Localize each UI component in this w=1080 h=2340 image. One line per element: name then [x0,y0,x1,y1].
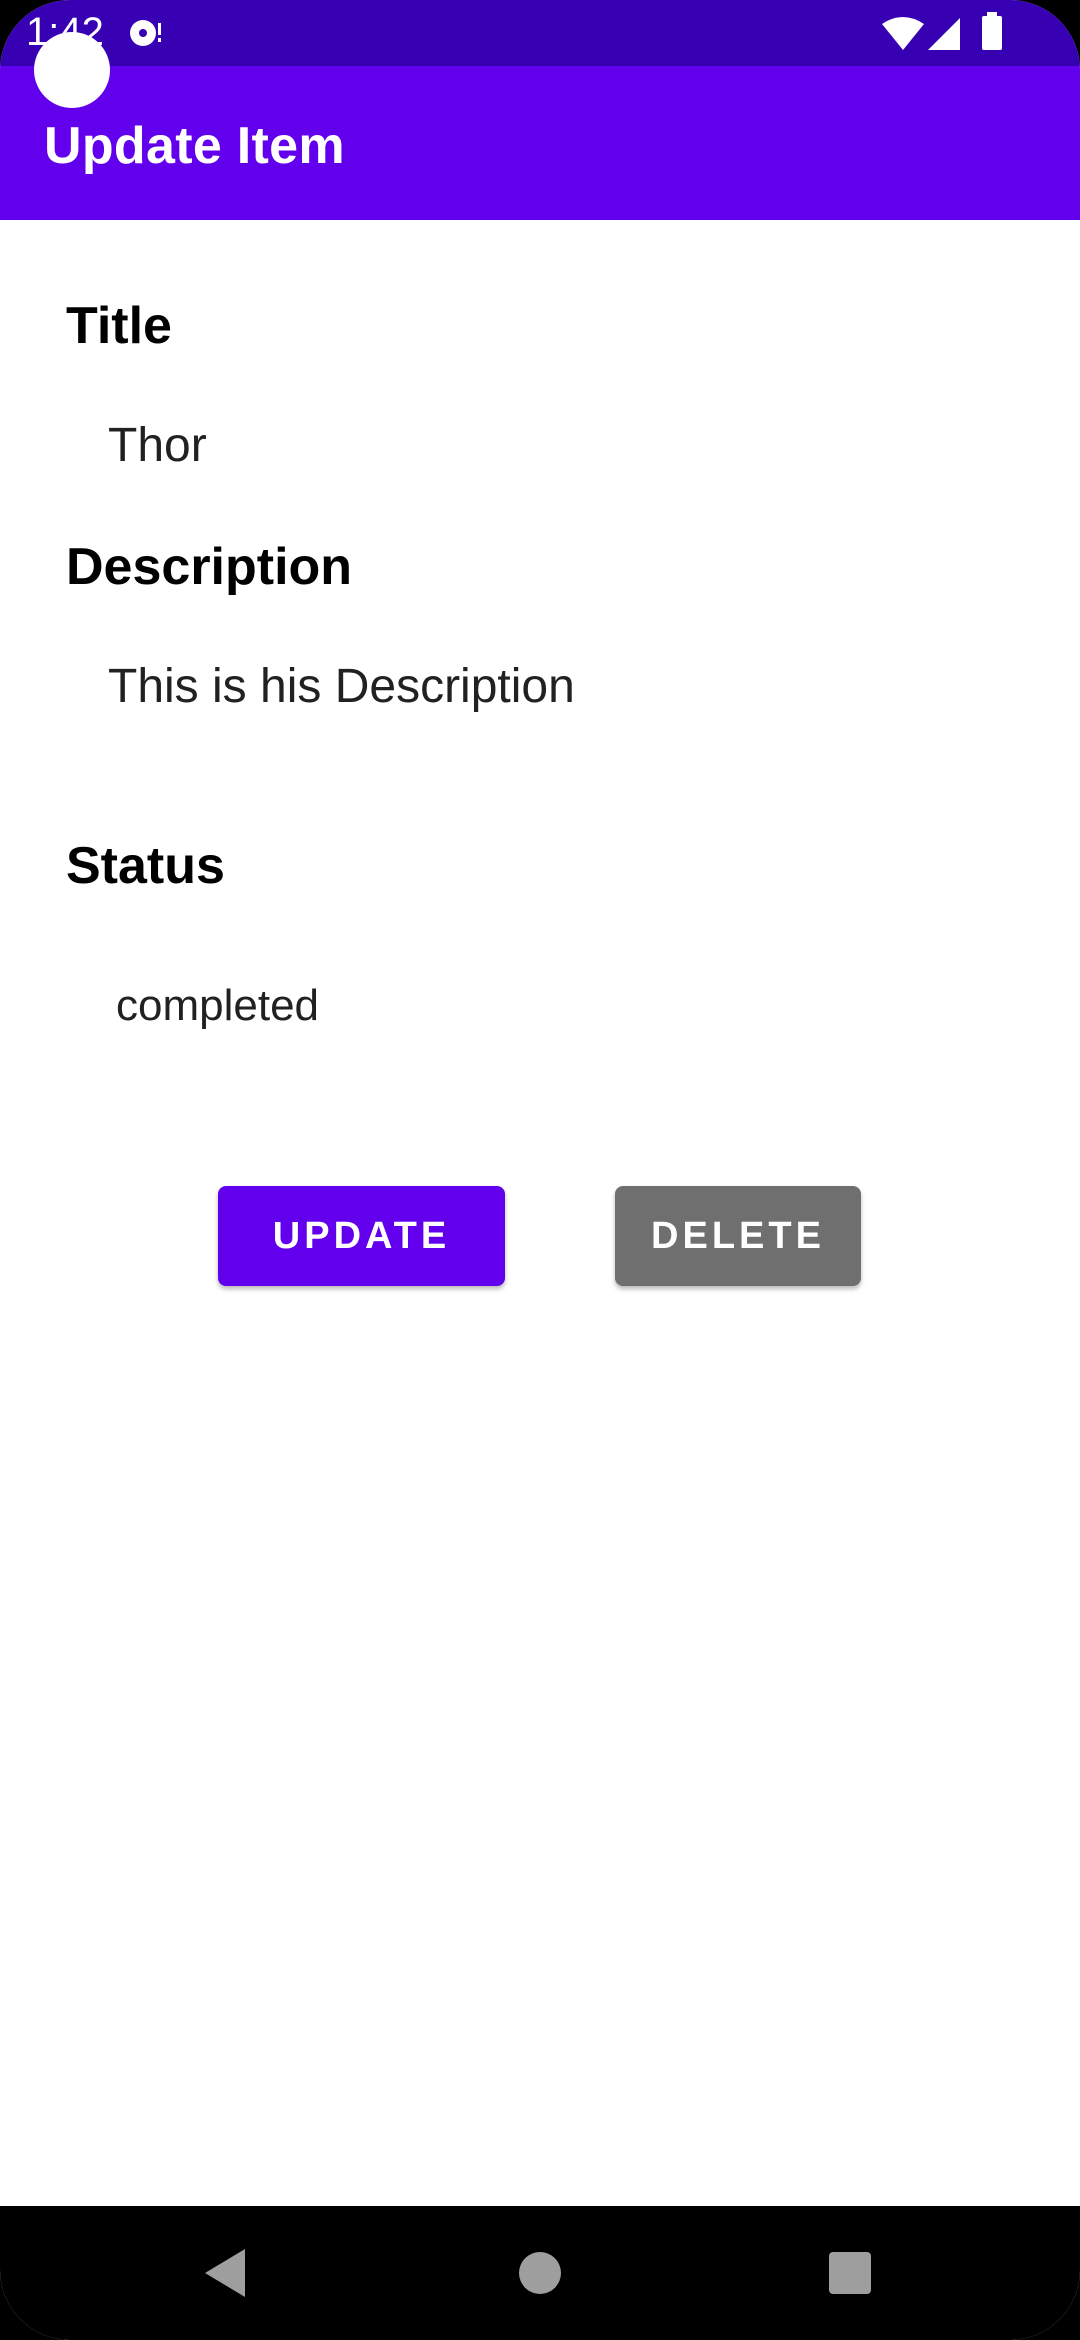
title-label: Title [66,297,172,355]
nav-home-button[interactable] [460,2206,620,2340]
signal-icon [928,18,965,50]
back-icon [205,2249,245,2297]
status-value: completed [116,981,320,1030]
home-icon [519,2252,561,2294]
camera-cutout [34,32,110,108]
update-button[interactable]: UPDATE [218,1186,505,1286]
wifi-icon [882,17,924,50]
title-value: Thor [108,419,207,472]
system-nav-bar [0,2206,1080,2340]
nav-back-button[interactable] [145,2206,305,2340]
media-sync-icon [130,20,161,46]
status-label: Status [66,837,225,895]
description-value: This is his Description [108,660,575,713]
nav-recents-button[interactable] [770,2206,930,2340]
battery-icon [982,12,1002,50]
status-bar: 1:42 [0,0,1080,66]
app-screen: 1:42 Update Item Title Thor Description … [0,0,1080,2340]
description-label: Description [66,538,353,596]
delete-button[interactable]: DELETE [615,1186,861,1286]
recents-icon [829,2252,871,2294]
app-bar: Update Item [0,66,1080,220]
